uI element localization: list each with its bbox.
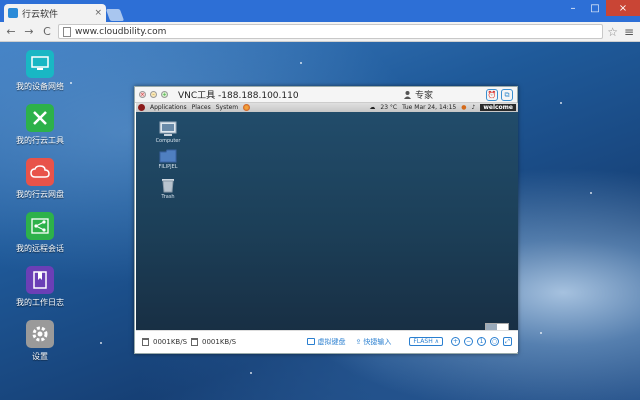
- download-icon: [191, 337, 199, 346]
- vnc-window-header: × – + VNC工具 -188.188.100.110 专家: [135, 87, 517, 103]
- tools-icon: [26, 104, 54, 132]
- alarm-clock-icon[interactable]: ⏰: [486, 89, 498, 101]
- tab-title: 行云软件: [22, 9, 59, 20]
- temperature: 23 °C: [380, 104, 398, 111]
- remote-desktop-screen[interactable]: Applications Places System ☁ 23 °C Tue M…: [136, 103, 518, 331]
- zoom-in-icon[interactable]: +: [451, 337, 460, 346]
- volume-icon[interactable]: ♪: [471, 104, 475, 111]
- gnome-top-panel: Applications Places System ☁ 23 °C Tue M…: [136, 103, 518, 112]
- menu-system[interactable]: System: [216, 104, 238, 111]
- fullscreen-icon[interactable]: ⤢: [503, 337, 512, 346]
- forward-button[interactable]: →: [22, 25, 36, 39]
- reload-button[interactable]: C: [40, 25, 54, 39]
- flash-button[interactable]: FLASH ∧: [409, 337, 443, 346]
- folder-icon: [159, 149, 177, 163]
- window-controls: – □ ×: [562, 0, 640, 16]
- cloud-icon: [26, 158, 54, 186]
- share-icon: [26, 212, 54, 240]
- remote-icon-label: Computer: [155, 138, 181, 144]
- quick-input-button[interactable]: ⇪ 快捷输入: [355, 337, 391, 347]
- desktop-icon-label: 我的远程会话: [16, 244, 64, 253]
- desktop-icon-settings[interactable]: 设置: [10, 320, 70, 362]
- virtual-keyboard-button[interactable]: 虚拟键盘: [307, 337, 345, 347]
- background-star: [70, 82, 72, 84]
- background-star: [100, 342, 102, 344]
- browser-menu-button[interactable]: ≡: [622, 25, 636, 39]
- background-star: [540, 332, 542, 334]
- desktop-icon-label: 设置: [32, 352, 48, 361]
- zoom-out-icon[interactable]: −: [464, 337, 473, 346]
- upload-speed: 0001KB/S: [153, 337, 188, 346]
- virtual-keyboard-label: 虚拟键盘: [317, 337, 346, 346]
- expert-mode-toggle[interactable]: 专家: [403, 88, 433, 101]
- desktop-icon-work-log[interactable]: 我的工作日志: [10, 266, 70, 308]
- book-icon: [26, 266, 54, 294]
- remote-icon-trash[interactable]: Trash: [148, 177, 188, 200]
- menu-places[interactable]: Places: [192, 104, 211, 111]
- vnc-window[interactable]: × – + VNC工具 -188.188.100.110 专家 ⏰ ⧉ Appl…: [134, 86, 518, 354]
- cloudbility-favicon-icon: [8, 8, 18, 18]
- new-tab-button[interactable]: [105, 9, 125, 21]
- trash-icon: [162, 179, 174, 193]
- zoom-fit-icon[interactable]: ○: [490, 337, 499, 346]
- vnc-maximize-icon[interactable]: +: [161, 91, 168, 98]
- firefox-launcher-icon[interactable]: [243, 104, 251, 111]
- url-text[interactable]: www.cloudbility.com: [75, 27, 166, 37]
- desktop-icon-label: 我的行云工具: [16, 136, 64, 145]
- tab-close-icon[interactable]: ×: [94, 8, 102, 18]
- remote-icon-folder[interactable]: FILIPJEL: [148, 149, 188, 170]
- browser-toolbar: ← → C www.cloudbility.com ☆ ≡: [0, 22, 640, 42]
- minimize-button[interactable]: –: [562, 0, 584, 16]
- remote-icon-label: FILIPJEL: [158, 164, 178, 170]
- vnc-footer: 0001KB/S 0001KB/S 虚拟键盘 ⇪ 快捷输入 FLASH ∧ + …: [136, 330, 518, 352]
- desktop-icon-remote-session[interactable]: 我的远程会话: [10, 212, 70, 254]
- close-window-button[interactable]: ×: [606, 0, 640, 16]
- desktop-icon-label: 我的工作日志: [16, 298, 64, 307]
- vnc-title: VNC工具 -188.188.100.110: [178, 91, 299, 101]
- remote-icon-computer[interactable]: Computer: [148, 121, 188, 144]
- computer-icon: [159, 121, 177, 136]
- maximize-button[interactable]: □: [584, 0, 606, 16]
- quick-input-icon: ⇪: [355, 337, 362, 346]
- desktop-icon-device-network[interactable]: 我的设备网络: [10, 50, 70, 92]
- desktop-icon-label: 我的设备网络: [16, 82, 64, 91]
- screen-share-icon[interactable]: ⧉: [501, 89, 513, 101]
- vnc-header-actions: ⏰ ⧉: [486, 89, 513, 101]
- browser-titlebar: 行云软件 × – □ ×: [0, 0, 640, 22]
- monitor-icon: [26, 50, 54, 78]
- keyboard-icon: [307, 338, 316, 345]
- remote-icon-label: Trash: [161, 194, 175, 200]
- weather-icon: ☁: [369, 104, 376, 111]
- background-star: [560, 102, 562, 104]
- tray-icon[interactable]: ●: [461, 104, 466, 111]
- browser-tab[interactable]: 行云软件 ×: [4, 4, 106, 22]
- download-speed: 0001KB/S: [202, 337, 237, 346]
- expert-label: 专家: [414, 91, 433, 101]
- gear-icon: [26, 320, 54, 348]
- vnc-close-icon[interactable]: ×: [139, 91, 146, 98]
- vnc-minimize-icon[interactable]: –: [150, 91, 157, 98]
- user-icon: [403, 91, 411, 99]
- upload-icon: [142, 337, 149, 346]
- quick-input-label: 快捷输入: [363, 337, 392, 346]
- menu-applications[interactable]: Applications: [150, 104, 187, 111]
- zoom-reset-icon[interactable]: 1: [477, 337, 486, 346]
- gnome-foot-icon[interactable]: [138, 104, 145, 111]
- background-star: [300, 62, 302, 64]
- address-bar[interactable]: www.cloudbility.com: [58, 24, 604, 39]
- page-icon: [63, 26, 71, 37]
- background-star: [590, 192, 592, 194]
- desktop-icon-label: 我的行云网盘: [16, 190, 64, 199]
- desktop-icon-cloud-drive[interactable]: 我的行云网盘: [10, 158, 70, 200]
- back-button[interactable]: ←: [4, 25, 18, 39]
- user-welcome[interactable]: welcome: [480, 104, 516, 111]
- desktop-icon-tools[interactable]: 我的行云工具: [10, 104, 70, 146]
- background-star: [250, 372, 252, 374]
- panel-status-area: ☁ 23 °C Tue Mar 24, 14:15 ● ♪ welcome: [369, 104, 516, 111]
- bookmark-star-icon[interactable]: ☆: [607, 25, 618, 39]
- clock[interactable]: Tue Mar 24, 14:15: [402, 104, 456, 111]
